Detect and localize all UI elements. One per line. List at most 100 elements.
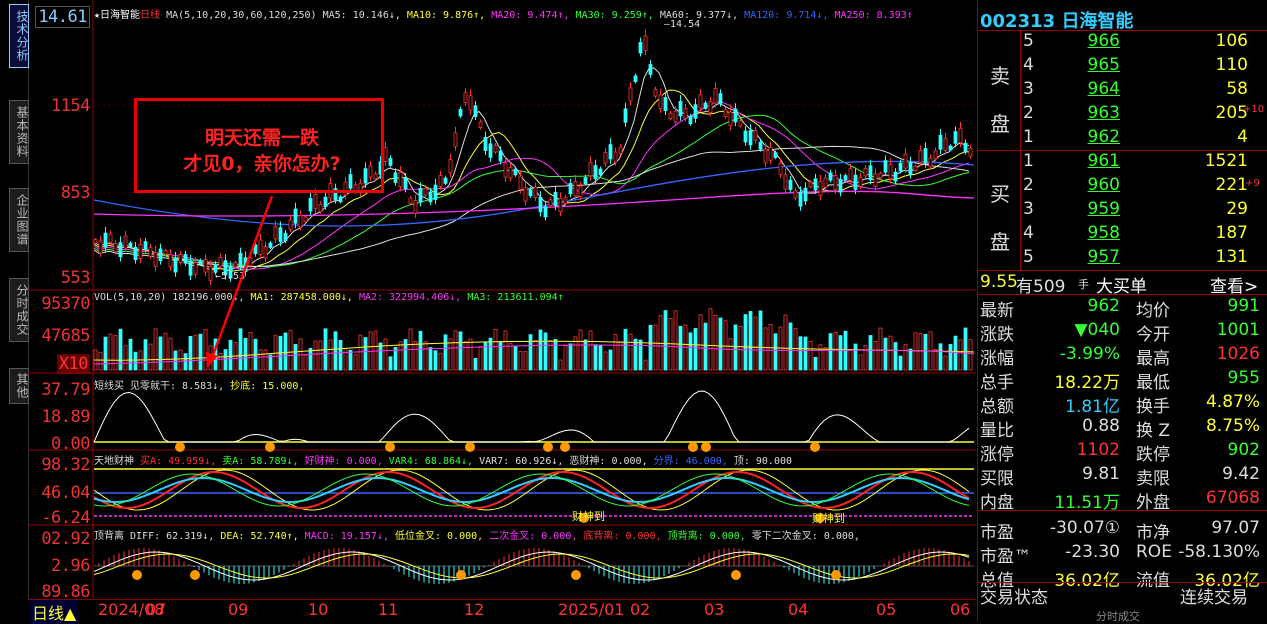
candle-body xyxy=(498,150,503,162)
candle-body xyxy=(933,150,938,160)
volume-bar xyxy=(473,357,478,371)
quote-row: 涨停 1102 跌停 902 xyxy=(978,440,1267,465)
ask-price[interactable]: 966 xyxy=(1068,31,1120,51)
volume-bar xyxy=(763,327,768,371)
quote-value: 1.81亿 xyxy=(1065,397,1120,417)
ask-price[interactable]: 962 xyxy=(1068,127,1120,147)
ask-price[interactable]: 964 xyxy=(1068,79,1120,99)
smile-icon xyxy=(132,570,142,580)
volume-bar xyxy=(133,351,138,371)
tab-tick-trades-bottom[interactable]: 分时成交 xyxy=(1096,608,1140,624)
candle-body xyxy=(168,254,173,268)
sell-level-row[interactable]: 4 965 110 xyxy=(978,55,1267,79)
ma20-value: MA20: 9.474↑, xyxy=(491,10,570,21)
volume-bar xyxy=(458,331,463,371)
candle-body xyxy=(463,92,468,103)
candle-body xyxy=(968,147,973,157)
candle-body xyxy=(178,254,183,263)
candle-body xyxy=(318,203,323,212)
volume-bar xyxy=(593,344,598,371)
smile-icon xyxy=(831,570,841,580)
ma-params: MA(5,10,20,30,60,120,250) xyxy=(166,10,317,21)
candle-body xyxy=(778,162,783,175)
candle-body xyxy=(558,197,563,212)
ask-price[interactable]: 963 xyxy=(1068,103,1120,123)
ask-price[interactable]: 965 xyxy=(1068,55,1120,75)
volume-bar xyxy=(788,322,793,371)
buy-level-row[interactable]: 1 961 1521 xyxy=(978,151,1267,175)
quote-label: 市盈™ xyxy=(980,547,1031,567)
sell-level-row[interactable]: 3 964 58 xyxy=(978,79,1267,103)
quote-value: 4.87% xyxy=(1205,392,1260,412)
sell-level-row[interactable]: 2 963 205 xyxy=(978,103,1267,127)
candle-body xyxy=(278,227,283,242)
quote-row: 量比 0.88 换 Z 8.75% xyxy=(978,416,1267,441)
vol-ma1: MA1: 287458.000↓, xyxy=(250,292,353,303)
volume-bar xyxy=(938,343,943,371)
bid-price[interactable]: 961 xyxy=(1068,151,1120,171)
volume-bar xyxy=(718,317,723,371)
buy-level-row[interactable]: 4 958 187 xyxy=(978,223,1267,247)
level-number: 4 xyxy=(1023,55,1034,75)
bid-price[interactable]: 957 xyxy=(1068,247,1120,267)
buy-level-row[interactable]: 3 959 29 xyxy=(978,199,1267,223)
candle-body xyxy=(833,174,838,190)
volume-bar xyxy=(783,314,788,371)
volume-bar xyxy=(908,348,913,371)
volume-indicator-header: VOL(5,10,20) 182196.000↓, MA1: 287458.00… xyxy=(94,292,564,303)
candle-body xyxy=(458,109,463,117)
period-button[interactable]: 日线▲ xyxy=(30,600,79,624)
candle-body xyxy=(768,147,773,161)
quote-row: 涨幅 -3.99% 最高 1026 xyxy=(978,344,1267,369)
candle-body xyxy=(433,184,438,200)
volume-bar xyxy=(968,339,973,371)
quote-value: 1102 xyxy=(1076,440,1120,460)
candle-body xyxy=(843,175,848,181)
candle-body xyxy=(303,216,308,223)
volume-bar xyxy=(643,359,648,371)
smile-icon xyxy=(456,570,466,580)
volume-bar xyxy=(498,340,503,371)
date-label: 02 xyxy=(630,600,651,619)
candle-body xyxy=(858,176,863,187)
volume-bar xyxy=(438,352,443,371)
candle-body xyxy=(688,116,693,124)
candle-body xyxy=(108,233,113,243)
volume-bar xyxy=(388,356,393,371)
quote-label: 卖限 xyxy=(1136,469,1170,489)
volume-bar xyxy=(148,343,153,371)
candle-body xyxy=(528,189,533,197)
sell-level-row[interactable]: 5 966 106 xyxy=(978,31,1267,55)
volume-bar xyxy=(893,342,898,371)
sell-level-row[interactable]: 1 962 4 xyxy=(978,127,1267,151)
quote-value: -58.130% xyxy=(1178,542,1260,562)
candle-body xyxy=(208,265,213,281)
stock-name: 日海智能 xyxy=(100,10,141,21)
top-value: 顶: 90.000 xyxy=(733,456,793,467)
volume-bar xyxy=(793,327,798,371)
bid-price[interactable]: 959 xyxy=(1068,199,1120,219)
ma30-value: MA30: 9.259↑, xyxy=(575,10,654,21)
candle-body xyxy=(443,177,448,184)
bid-price[interactable]: 960 xyxy=(1068,175,1120,195)
buy-level-row[interactable]: 5 957 131 xyxy=(978,247,1267,271)
buy-level-row[interactable]: 2 960 221 xyxy=(978,175,1267,199)
quote-label: 市净 xyxy=(1136,523,1170,543)
candle-body xyxy=(118,242,123,258)
volume-bar xyxy=(123,345,128,371)
short-line xyxy=(93,390,970,443)
date-label: 06 xyxy=(950,600,971,619)
macd-value: MACD: 19.157↓, xyxy=(304,531,389,542)
bid-price[interactable]: 958 xyxy=(1068,223,1120,243)
candle-body xyxy=(143,241,148,251)
big-order-row[interactable]: 9.55 有509 手 大买单 查看> xyxy=(978,272,1267,297)
volume-bar xyxy=(518,350,523,371)
volume-bar xyxy=(283,332,288,371)
quote-label: 量比 xyxy=(980,421,1014,441)
volume-bar xyxy=(598,345,603,371)
volume-bar xyxy=(838,335,843,371)
date-label: 2025/01 xyxy=(558,600,625,619)
volume-bar xyxy=(383,338,388,371)
ask-volume: 106 xyxy=(1215,31,1248,51)
buy-a-line xyxy=(93,470,970,509)
